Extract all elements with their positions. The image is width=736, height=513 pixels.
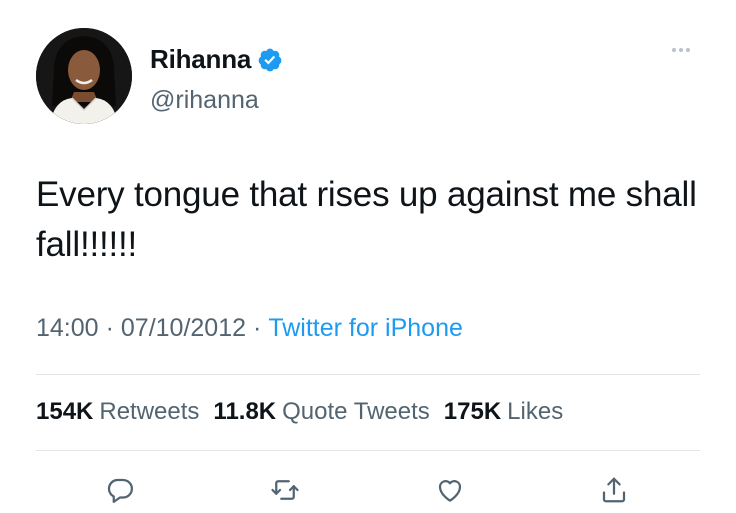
quote-tweets-stat[interactable]: 11.8K Quote Tweets	[213, 398, 429, 426]
quotes-label: Quote Tweets	[282, 398, 430, 425]
reply-icon[interactable]	[100, 470, 140, 510]
tweet-meta: 14:00 · 07/10/2012 · Twitter for iPhone	[36, 314, 463, 343]
avatar[interactable]	[36, 28, 132, 124]
share-icon[interactable]	[594, 470, 634, 510]
retweet-icon[interactable]	[265, 470, 305, 510]
tweet-card: Rihanna @rihanna Every tongue that rises…	[0, 0, 736, 513]
avatar-image	[36, 28, 132, 124]
retweets-stat[interactable]: 154K Retweets	[36, 398, 199, 426]
tweet-stats: 154K Retweets 11.8K Quote Tweets 175K Likes	[36, 398, 577, 426]
meta-separator: ·	[253, 314, 262, 342]
tweet-text: Every tongue that rises up against me sh…	[36, 175, 697, 264]
display-name[interactable]: Rihanna	[150, 44, 251, 75]
tweet-time[interactable]: 14:00	[36, 314, 99, 343]
author-name-row: Rihanna	[150, 44, 283, 75]
author-handle[interactable]: @rihanna	[150, 86, 259, 115]
divider	[36, 450, 700, 451]
verified-badge-icon	[257, 47, 283, 73]
tweet-source-link[interactable]: Twitter for iPhone	[268, 314, 463, 343]
quotes-count: 11.8K	[213, 398, 277, 425]
likes-stat[interactable]: 175K Likes	[444, 398, 563, 426]
divider	[36, 374, 700, 375]
like-icon[interactable]	[430, 470, 470, 510]
tweet-date[interactable]: 07/10/2012	[121, 314, 246, 343]
retweets-count: 154K	[36, 398, 94, 425]
more-icon[interactable]	[672, 48, 690, 52]
likes-count: 175K	[443, 398, 502, 425]
retweets-label: Retweets	[99, 398, 200, 425]
meta-separator: ·	[105, 314, 114, 342]
tweet-actions	[0, 470, 736, 510]
likes-label: Likes	[507, 398, 564, 425]
